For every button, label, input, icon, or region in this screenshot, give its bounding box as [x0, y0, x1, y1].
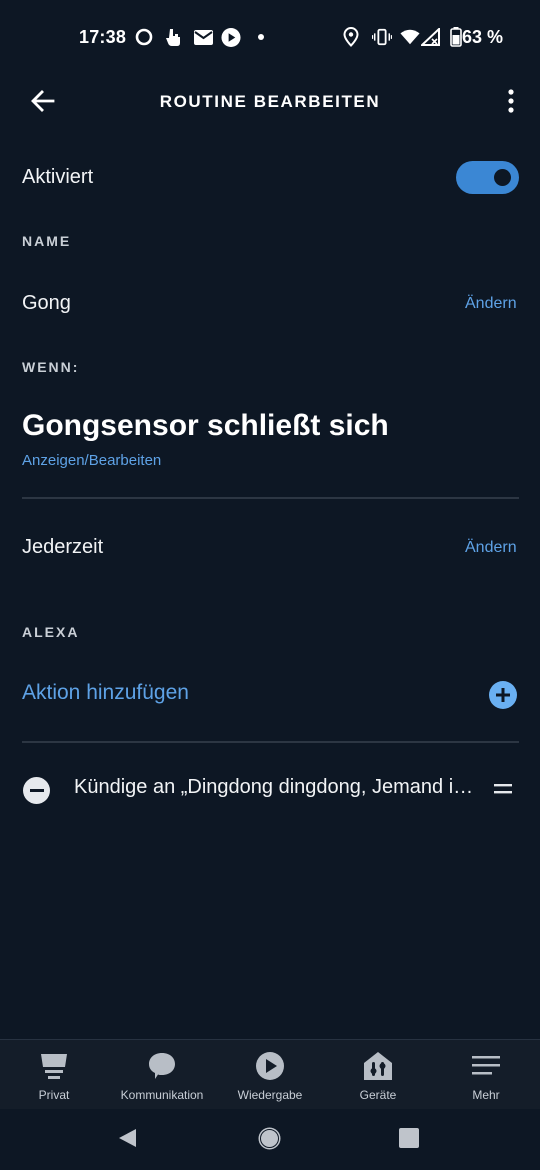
- nav-item-kommunikation[interactable]: Kommunikation: [108, 1040, 216, 1110]
- schedule-label: Jederzeit: [22, 536, 104, 558]
- page-title: ROUTINE BEARBEITEN: [159, 92, 381, 111]
- edit-name-link[interactable]: Ändern: [465, 295, 517, 313]
- nav-item-wiedergabe[interactable]: Wiedergabe: [216, 1040, 324, 1110]
- drag-handle-icon[interactable]: [494, 782, 514, 798]
- bottom-nav: Privat Kommunikation Wiedergabe Geräte M…: [0, 1039, 540, 1109]
- enabled-label: Aktiviert: [22, 166, 94, 188]
- hand-icon: [163, 27, 183, 47]
- more-options-button[interactable]: [498, 84, 524, 118]
- alexa-section-label: ALEXA: [22, 624, 80, 640]
- nav-item-privat[interactable]: Privat: [0, 1040, 108, 1110]
- system-nav-bar: [0, 1109, 540, 1170]
- nav-item-mehr[interactable]: Mehr: [432, 1040, 540, 1110]
- play-icon: [253, 1050, 287, 1082]
- name-section-label: NAME: [22, 233, 72, 249]
- nav-label: Privat: [38, 1088, 70, 1102]
- circle-icon: [134, 27, 154, 47]
- divider: [22, 741, 519, 743]
- vibrate-icon: [372, 27, 392, 47]
- nav-label: Geräte: [359, 1088, 397, 1102]
- location-icon: [341, 27, 361, 47]
- edit-schedule-link[interactable]: Ändern: [465, 539, 517, 557]
- mail-icon: [193, 27, 213, 47]
- chat-bubble-icon: [145, 1050, 179, 1082]
- nav-label: Wiedergabe: [237, 1088, 303, 1102]
- menu-icon: [469, 1050, 503, 1082]
- nav-item-geraete[interactable]: Geräte: [324, 1040, 432, 1110]
- toggle-knob: [494, 169, 511, 186]
- when-section-label: WENN:: [22, 359, 80, 375]
- signal-icon: [421, 27, 441, 47]
- more-vertical-icon: [508, 89, 514, 113]
- status-time: 17:38: [79, 27, 127, 47]
- nav-label: Mehr: [472, 1088, 500, 1102]
- action-item-text[interactable]: Kündige an „Dingdong dingdong, Jemand is…: [74, 776, 474, 799]
- remove-action-icon[interactable]: [23, 777, 50, 804]
- routine-name: Gong: [22, 292, 71, 314]
- devices-icon: [361, 1050, 395, 1082]
- divider: [22, 497, 519, 499]
- home-icon: [37, 1050, 71, 1082]
- battery-percent: 63 %: [462, 27, 504, 47]
- nav-label: Kommunikation: [120, 1088, 204, 1102]
- status-bar: 17:38 63 %: [0, 0, 540, 76]
- play-circle-icon: [221, 27, 241, 47]
- add-action-button[interactable]: Aktion hinzufügen: [22, 681, 189, 705]
- enabled-toggle[interactable]: [456, 161, 519, 194]
- wifi-icon: [400, 27, 420, 47]
- system-recents-button[interactable]: [399, 1128, 421, 1150]
- system-home-button[interactable]: [257, 1126, 283, 1152]
- dot-icon: [251, 27, 271, 47]
- system-back-button[interactable]: [116, 1127, 140, 1151]
- view-edit-trigger-link[interactable]: Anzeigen/Bearbeiten: [22, 452, 161, 469]
- trigger-title: Gongsensor schließt sich: [22, 409, 389, 442]
- plus-icon[interactable]: [489, 681, 517, 709]
